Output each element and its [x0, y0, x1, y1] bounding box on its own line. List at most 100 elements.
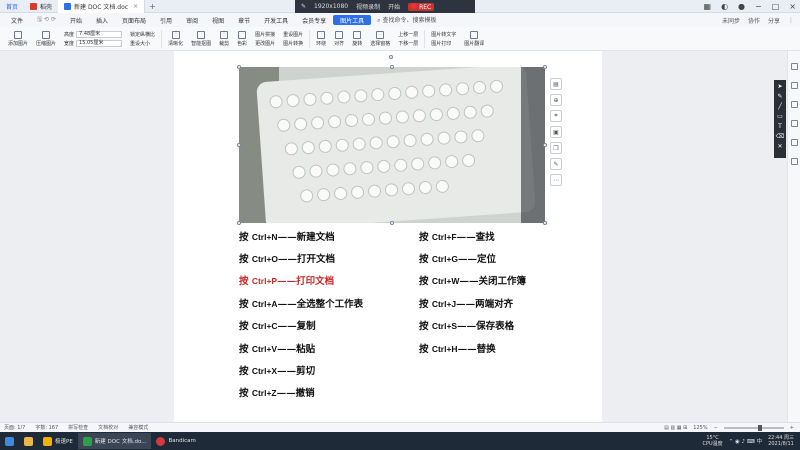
view-mode-icons[interactable]: ▤ ▥ ▦ ⊞ [664, 425, 687, 431]
picture-print-button[interactable]: 图片打印 [431, 40, 456, 47]
rotate-handle[interactable] [389, 55, 393, 59]
start-button[interactable] [0, 433, 19, 449]
zoom-out-icon[interactable]: − [714, 425, 718, 431]
resize-handle-tr[interactable] [543, 65, 547, 69]
taskbar-wps[interactable]: 新建 DOC 文档.do... [77, 433, 152, 449]
cpu-temp[interactable]: 15°C CPU温度 [702, 435, 722, 447]
recorder-start[interactable]: 开始 [388, 2, 400, 11]
menu-home[interactable]: 开始 [63, 16, 89, 25]
change-picture-button[interactable]: 更改图片 [255, 40, 275, 47]
sharpen-button[interactable]: 清晰化 [164, 28, 187, 50]
clear-icon[interactable]: ✕ [777, 143, 782, 150]
menu-member[interactable]: 会员专享 [295, 16, 333, 25]
more-icon[interactable]: ⋮ [788, 17, 794, 24]
picture-edit-icon[interactable]: ✎ [550, 158, 562, 170]
send-backward-button[interactable]: 下移一层 [398, 40, 418, 47]
sidebar-tool-icon[interactable] [790, 101, 798, 108]
menu-layout[interactable]: 页面布局 [115, 16, 153, 25]
maximize-icon[interactable]: □ [772, 2, 780, 11]
resize-handle-b[interactable] [390, 221, 394, 225]
lock-ratio-checkbox[interactable]: 锁定纵横比 [130, 31, 155, 38]
pointer-icon[interactable]: ➤ [777, 83, 782, 90]
recorder-mode[interactable]: 视频录制 [356, 2, 380, 11]
menu-picture-tools[interactable]: 图片工具 [333, 15, 372, 25]
resize-handle-tl[interactable] [237, 65, 241, 69]
zoom-level[interactable]: 125% [693, 425, 707, 431]
picture-stitch-button[interactable]: 图片拼接 [255, 31, 275, 38]
crop-button[interactable]: 裁剪 [215, 28, 233, 50]
minimize-icon[interactable]: − [755, 2, 762, 11]
tab-document[interactable]: 新建 DOC 文档.doc × [58, 0, 146, 13]
reset-size-button[interactable]: 重设大小 [130, 40, 155, 47]
sidebar-tool-icon[interactable] [790, 158, 798, 165]
color-button[interactable]: 色彩 [233, 28, 251, 50]
eraser-icon[interactable]: ⌫ [776, 133, 784, 140]
zoom-in-icon[interactable]: + [790, 425, 794, 431]
menu-section[interactable]: 章节 [231, 16, 257, 25]
menu-developer[interactable]: 开发工具 [257, 16, 295, 25]
height-input[interactable]: 7.48厘米 [76, 30, 123, 38]
recorder-resolution[interactable]: 1920x1080 [314, 3, 348, 10]
menu-review[interactable]: 审阅 [179, 16, 205, 25]
picture-copy-icon[interactable]: ❐ [550, 142, 562, 154]
bring-forward-button[interactable]: 上移一层 [398, 31, 418, 38]
taskbar-pe[interactable]: 极速PE [38, 433, 78, 449]
convert-picture-button[interactable]: 图片转换 [283, 40, 303, 47]
menu-insert[interactable]: 插入 [89, 16, 115, 25]
rec-badge[interactable]: REC [408, 2, 435, 11]
pen-icon[interactable]: ✎ [777, 93, 782, 100]
compress-picture-button[interactable]: 压缩图片 [32, 28, 60, 50]
reset-picture-button[interactable]: 重设图片 [283, 31, 303, 38]
text-icon[interactable]: T [778, 123, 782, 130]
quick-access-icons[interactable]: 🖫 ⟲ ⟳ [30, 15, 63, 25]
resize-handle-l[interactable] [237, 143, 241, 147]
menu-view[interactable]: 视图 [205, 16, 231, 25]
resize-handle-bl[interactable] [237, 221, 241, 225]
clock[interactable]: 22:44 周三 2021/8/11 [768, 435, 794, 447]
zoom-in-icon[interactable]: ⊕ [550, 94, 562, 106]
picture-to-text-button[interactable]: 图片转文字 [431, 31, 456, 38]
tray-icons[interactable]: ⌃ ◉ ♪ ⌨ 中 [729, 437, 762, 445]
taskbar-bandicam[interactable]: Bandicam [151, 433, 200, 449]
wrap-text-button[interactable]: 环绕 [312, 28, 330, 50]
width-input[interactable]: 15.05厘米 [76, 39, 123, 47]
close-window-icon[interactable]: × [789, 2, 796, 11]
smart-cutout-button[interactable]: 智能抠图 [187, 28, 215, 50]
sidebar-tool-icon[interactable] [790, 139, 798, 146]
sidebar-tool-icon[interactable] [790, 63, 798, 70]
picture-translate-button[interactable]: 图片翻译 [460, 28, 488, 50]
spell-check[interactable]: 拼写检查 [68, 424, 88, 431]
zoom-slider[interactable] [723, 425, 784, 431]
grid-icon[interactable]: ▦ [704, 2, 712, 11]
replace-picture-icon[interactable]: ▣ [550, 126, 562, 138]
menu-file[interactable]: 文件 [4, 16, 30, 25]
rectangle-icon[interactable]: ▭ [777, 113, 783, 120]
new-tab-icon[interactable]: + [149, 2, 156, 11]
tab-home[interactable]: 首页 [0, 0, 24, 13]
resize-handle-t[interactable] [390, 65, 394, 69]
tab-docer[interactable]: 稻壳 [24, 0, 58, 13]
keyboard-photo[interactable] [239, 67, 545, 223]
user-icon[interactable]: ● [738, 2, 745, 11]
doc-proofread[interactable]: 文档校对 [98, 424, 118, 431]
close-tab-icon[interactable]: × [133, 3, 138, 10]
sidebar-tool-icon[interactable] [790, 120, 798, 127]
taskbar-folder[interactable] [19, 433, 38, 449]
add-picture-button[interactable]: 添加图片 [4, 28, 32, 50]
word-count[interactable]: 字数: 167 [35, 424, 58, 431]
collaborate-button[interactable]: 协作 [748, 16, 760, 25]
sidebar-tool-icon[interactable] [790, 82, 798, 89]
command-search[interactable]: ⌕ 查找命令、搜索模板 [377, 15, 436, 25]
zoom-thumb[interactable] [757, 425, 762, 431]
share-button[interactable]: 分享 [768, 16, 780, 25]
sync-status[interactable]: 未同步 [722, 16, 740, 25]
resize-handle-r[interactable] [543, 143, 547, 147]
page-indicator[interactable]: 页面: 1/7 [4, 424, 25, 431]
line-icon[interactable]: ╱ [778, 103, 782, 110]
selection-pane-button[interactable]: 选择窗格 [366, 28, 394, 50]
more-options-icon[interactable]: ⋯ [550, 174, 562, 186]
rotate-button[interactable]: 旋转 [348, 28, 366, 50]
pencil-icon[interactable]: ✎ [301, 3, 306, 10]
crop-float-icon[interactable]: ⌗ [550, 110, 562, 122]
layout-options-icon[interactable]: ▤ [550, 78, 562, 90]
